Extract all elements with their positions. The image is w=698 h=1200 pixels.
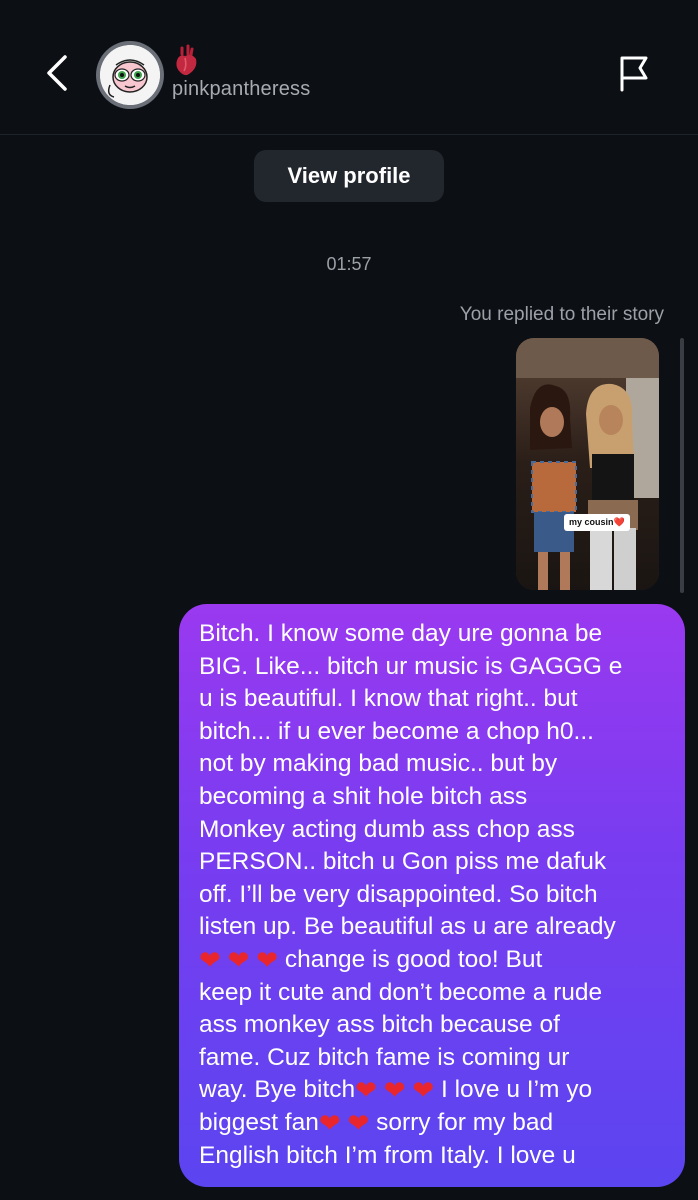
- message-line: fame. Cuz bitch fame is coming ur: [199, 1043, 570, 1071]
- report-button[interactable]: [616, 52, 656, 96]
- scrollbar[interactable]: [680, 338, 684, 593]
- story-sticker: my cousin❤️: [564, 514, 630, 531]
- back-button[interactable]: [36, 48, 76, 98]
- message-line: becoming a shit hole bitch ass: [199, 782, 528, 810]
- heart-emoji-icon: ❤: [355, 1075, 377, 1106]
- message-line: way. Bye bitch: [199, 1076, 356, 1104]
- view-profile-button[interactable]: View profile: [254, 150, 444, 202]
- chat-header: pinkpantheress: [0, 0, 698, 135]
- message-line: I love u I’m yo: [440, 1076, 593, 1104]
- heart-emoji-icon: ❤: [412, 1075, 435, 1106]
- avatar[interactable]: [96, 41, 164, 109]
- message-line: biggest fan: [199, 1108, 319, 1136]
- message-line: Monkey acting dumb ass chop ass: [199, 815, 575, 843]
- username[interactable]: pinkpantheress: [172, 78, 310, 101]
- message-line: off. I’ll be very disappointed. So bitch: [199, 880, 598, 908]
- story-photo: [516, 338, 659, 590]
- sent-message-bubble[interactable]: Bitch. I know some day ure gonna be BIG.…: [179, 604, 685, 1187]
- heart-emoji-icon: ❤: [347, 1107, 370, 1138]
- message-line: u is beautiful. I know that right.. but: [199, 685, 578, 713]
- message-text: Bitch. I know some day ure gonna be BIG.…: [199, 618, 667, 1172]
- message-line: ass monkey ass bitch because of: [199, 1011, 560, 1039]
- anatomical-heart-icon: [172, 44, 204, 80]
- heart-emoji-icon: ❤: [256, 944, 279, 975]
- message-line: sorry for my bad: [376, 1108, 554, 1136]
- message-line: English bitch I’m from Italy. I love u: [199, 1141, 576, 1169]
- heart-emoji-icon: ❤: [227, 944, 250, 975]
- message-timestamp: 01:57: [326, 254, 372, 274]
- story-reply-label: You replied to their story: [459, 304, 664, 325]
- message-line: keep it cute and don’t become a rude: [199, 978, 603, 1006]
- heart-emoji-icon: ❤: [318, 1107, 341, 1138]
- chevron-left-icon: [47, 55, 67, 91]
- message-line: change is good too! But: [284, 945, 543, 973]
- message-line: Bitch. I know some day ure gonna be: [199, 620, 603, 647]
- message-line: listen up. Be beautiful as u are already: [199, 913, 616, 941]
- heart-emoji-icon: ❤: [383, 1075, 406, 1106]
- dm-thread-screen: pinkpantheress View profile 01:57 You re…: [0, 0, 698, 1200]
- story-thumbnail[interactable]: my cousin❤️: [516, 338, 659, 590]
- flag-icon: [620, 56, 648, 92]
- message-line: not by making bad music.. but by: [199, 750, 558, 778]
- avatar-image: [100, 45, 160, 105]
- heart-emoji-icon: ❤: [199, 944, 221, 975]
- message-line: bitch... if u ever become a chop h0...: [199, 717, 594, 745]
- message-line: BIG. Like... bitch ur music is GAGGG e: [199, 652, 623, 680]
- message-line: PERSON.. bitch u Gon piss me dafuk: [199, 848, 607, 876]
